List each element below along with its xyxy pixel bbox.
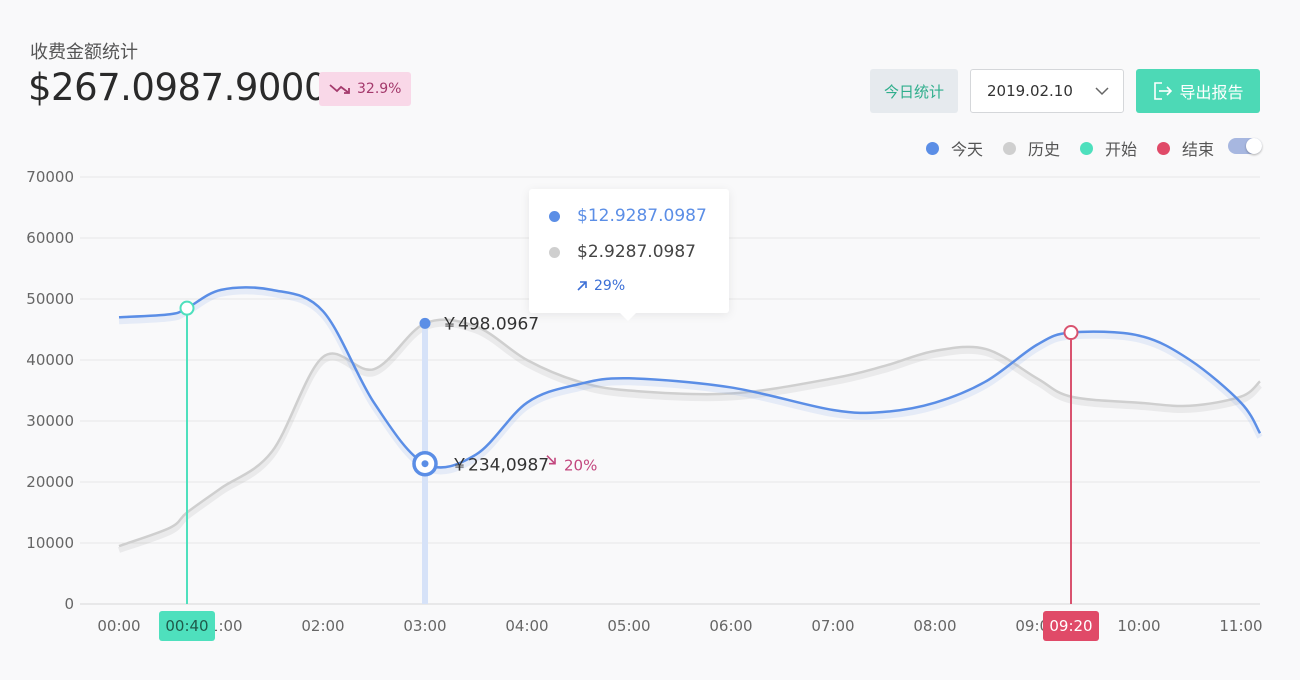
start-marker-label: 00:40: [165, 617, 208, 635]
x-tick-label: 10:00: [1117, 617, 1160, 635]
x-tick-label: 06:00: [709, 617, 752, 635]
x-tick-label: 08:00: [913, 617, 956, 635]
tooltip-change-value: 29%: [594, 278, 626, 294]
y-tick-label: 40000: [26, 351, 74, 369]
revenue-line-chart: 0 10000 20000 30000 40000 50000 60000 70000 00:…: [26, 168, 1263, 641]
x-tick-label: 03:00: [403, 617, 446, 635]
y-tick-label: 60000: [26, 229, 74, 247]
arrow-up-right-icon: [577, 281, 587, 291]
tooltip-dot-history: [549, 246, 560, 258]
x-tick-label: 05:00: [607, 617, 650, 635]
chart-tooltip: $12.9287.0987 $2.9287.0987 29%: [529, 189, 729, 321]
y-tick-label: 50000: [26, 290, 74, 308]
tooltip-row-today: $12.9287.0987: [549, 206, 707, 226]
x-tick-label: 07:00: [811, 617, 854, 635]
history-selected-point: [419, 317, 431, 329]
x-tick-label: 04:00: [505, 617, 548, 635]
y-tick-label: 10000: [26, 534, 74, 552]
tooltip-row-history: $2.9287.0987: [549, 242, 696, 262]
x-tick-label: 11:00: [1219, 617, 1262, 635]
tooltip-arrow: [619, 312, 637, 321]
end-marker-label: 09:20: [1049, 617, 1092, 635]
tooltip-change: 29%: [576, 278, 625, 294]
y-tick-label: 30000: [26, 412, 74, 430]
series-line-today: [118, 286, 1262, 469]
today-point-change: 20%: [564, 457, 597, 475]
series-line-shadow: [117, 320, 1263, 553]
series-line-history: [118, 318, 1261, 548]
tooltip-dot-today: [549, 210, 560, 222]
tooltip-today-value: $12.9287.0987: [577, 206, 707, 226]
end-marker-point: [1063, 325, 1079, 341]
tooltip-history-value: $2.9287.0987: [577, 242, 696, 262]
start-marker-point: [179, 300, 195, 316]
x-tick-label: 02:00: [301, 617, 344, 635]
x-tick-label: 00:00: [97, 617, 140, 635]
today-selected-point-dot: [421, 460, 429, 468]
y-tick-label: 20000: [26, 473, 74, 491]
y-tick-label: 70000: [26, 168, 74, 186]
y-tick-label: 0: [64, 595, 74, 613]
today-point-label: ￥234,0987: [451, 456, 549, 476]
history-point-label: ￥498.0967: [441, 314, 539, 334]
